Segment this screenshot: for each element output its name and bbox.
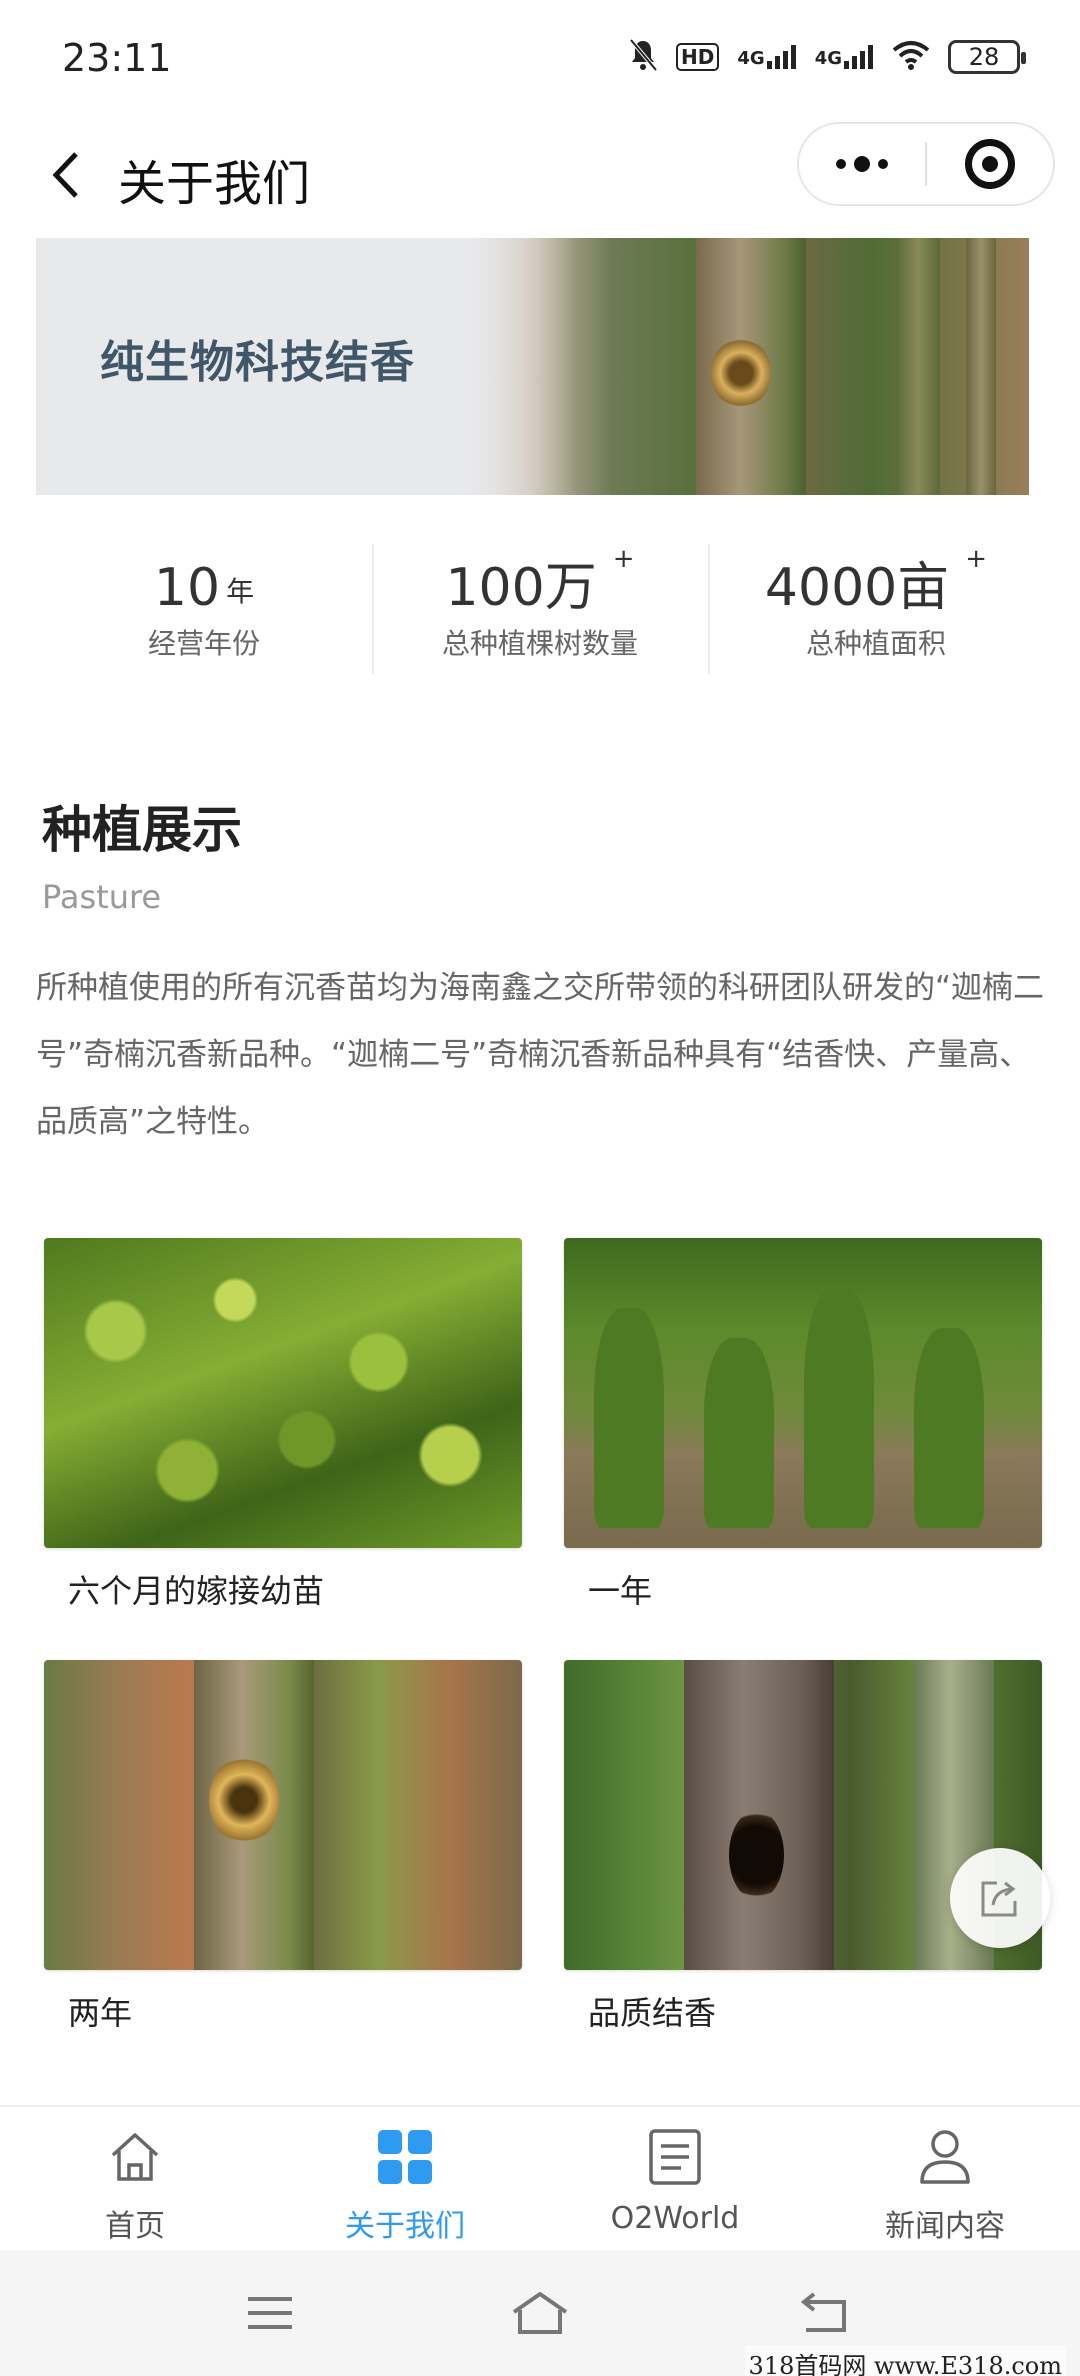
- dot-icon: [854, 156, 870, 172]
- gallery-card[interactable]: 一年: [564, 1238, 1042, 1612]
- tab-label: 新闻内容: [885, 2209, 1005, 2244]
- tab-news[interactable]: 新闻内容: [810, 2107, 1080, 2250]
- home-outline-icon: [512, 2292, 568, 2334]
- network-label: 4G: [737, 48, 765, 69]
- battery-indicator: 28: [948, 40, 1026, 74]
- stat-years: 10 年 经营年份: [36, 540, 372, 680]
- stat-value: 10: [153, 558, 221, 618]
- share-button[interactable]: [950, 1848, 1050, 1948]
- gallery-card[interactable]: 两年: [44, 1660, 522, 2034]
- chevron-left-icon: [52, 152, 78, 198]
- stats-row: 10 年 经营年份 100万 + 总种植棵树数量 4000亩 + 总种植面积: [36, 540, 1044, 680]
- bottom-tab-bar: 首页 关于我们 O2World 新闻内容: [0, 2105, 1080, 2250]
- gallery-card[interactable]: 品质结香: [564, 1660, 1042, 2034]
- watermark: 318首码网 www.E318.com: [744, 2346, 1066, 2376]
- status-icons: HD 4G 4G 28: [628, 38, 1026, 76]
- gallery-image: [44, 1660, 522, 1970]
- gallery-card[interactable]: 六个月的嫁接幼苗: [44, 1238, 522, 1612]
- page: 23:11 HD 4G 4G 28 关于我们 纯生物科技结香 10 年 经营年份…: [0, 0, 1080, 2376]
- return-icon: [800, 2292, 846, 2332]
- title-bar: 关于我们: [0, 120, 1080, 230]
- close-miniprogram-button[interactable]: [927, 124, 1053, 204]
- home-icon: [103, 2125, 167, 2189]
- tab-label: 首页: [105, 2209, 165, 2244]
- banner-photo-detail: [711, 338, 771, 408]
- grid-icon: [373, 2125, 437, 2189]
- tab-label: 关于我们: [345, 2209, 465, 2244]
- network-label: 4G: [814, 48, 842, 69]
- system-home-button[interactable]: [500, 2280, 580, 2346]
- trunk-hole: [729, 1810, 784, 1900]
- menu-button[interactable]: [230, 2280, 310, 2346]
- tab-about-us[interactable]: 关于我们: [270, 2107, 540, 2250]
- tree-shape: [704, 1338, 774, 1528]
- gallery-image: [564, 1238, 1042, 1548]
- hero-banner: 纯生物科技结香: [36, 238, 1029, 495]
- stat-label: 总种植面积: [805, 627, 946, 660]
- section-description: 所种植使用的所有沉香苗均为海南鑫之交所带领的科研团队研发的“迦楠二号”奇楠沉香新…: [36, 970, 1045, 1140]
- stat-unit: 年: [226, 575, 255, 608]
- wifi-icon: [892, 40, 930, 74]
- section-subtitle: Pasture: [42, 878, 162, 916]
- gallery-caption: 一年: [588, 1572, 653, 1610]
- status-bar: 23:11 HD 4G 4G 28: [0, 0, 1080, 120]
- tree-shape: [804, 1288, 874, 1528]
- banner-title: 纯生物科技结香: [100, 337, 415, 388]
- page-title: 关于我们: [118, 156, 311, 212]
- banner-photo-tree: [896, 238, 940, 495]
- stat-area: 4000亩 + 总种植面积: [708, 540, 1044, 680]
- document-icon: [643, 2125, 707, 2189]
- gallery-image: [44, 1238, 522, 1548]
- more-button[interactable]: [799, 124, 925, 204]
- tab-o2world[interactable]: O2World: [540, 2107, 810, 2250]
- stat-label: 总种植棵树数量: [441, 627, 638, 660]
- tab-home[interactable]: 首页: [0, 2107, 270, 2250]
- tree-shape: [914, 1328, 984, 1528]
- miniprogram-capsule: [797, 122, 1055, 206]
- stat-tree-count: 100万 + 总种植棵树数量: [372, 540, 708, 680]
- stat-value: 4000亩: [764, 558, 950, 618]
- share-icon: [981, 1881, 1017, 1917]
- stat-value: 100万: [445, 558, 597, 618]
- stat-label: 经营年份: [147, 627, 260, 660]
- tree-shape: [594, 1308, 664, 1528]
- 4g-signal-icon: 4G: [737, 45, 796, 69]
- mute-bell-icon: [628, 38, 658, 76]
- dot-icon: [878, 159, 888, 169]
- menu-icon: [248, 2297, 292, 2329]
- dot-icon: [836, 159, 846, 169]
- system-back-button[interactable]: [785, 2280, 865, 2346]
- user-icon: [913, 2125, 977, 2189]
- back-button[interactable]: [36, 142, 96, 208]
- status-time: 23:11: [62, 36, 172, 80]
- tab-label: O2World: [610, 2201, 740, 2236]
- gallery-caption: 六个月的嫁接幼苗: [68, 1572, 325, 1610]
- gallery-caption: 品质结香: [588, 1994, 717, 2032]
- hd-icon: HD: [676, 43, 720, 71]
- gallery-caption: 两年: [68, 1994, 133, 2032]
- 4g-signal-icon: 4G: [815, 45, 874, 69]
- stat-plus: +: [965, 544, 988, 574]
- section-title: 种植展示: [42, 801, 242, 859]
- banner-photo-tree: [966, 238, 996, 495]
- stat-plus: +: [612, 544, 635, 574]
- trunk-knot: [209, 1755, 279, 1845]
- target-icon: [964, 139, 1015, 189]
